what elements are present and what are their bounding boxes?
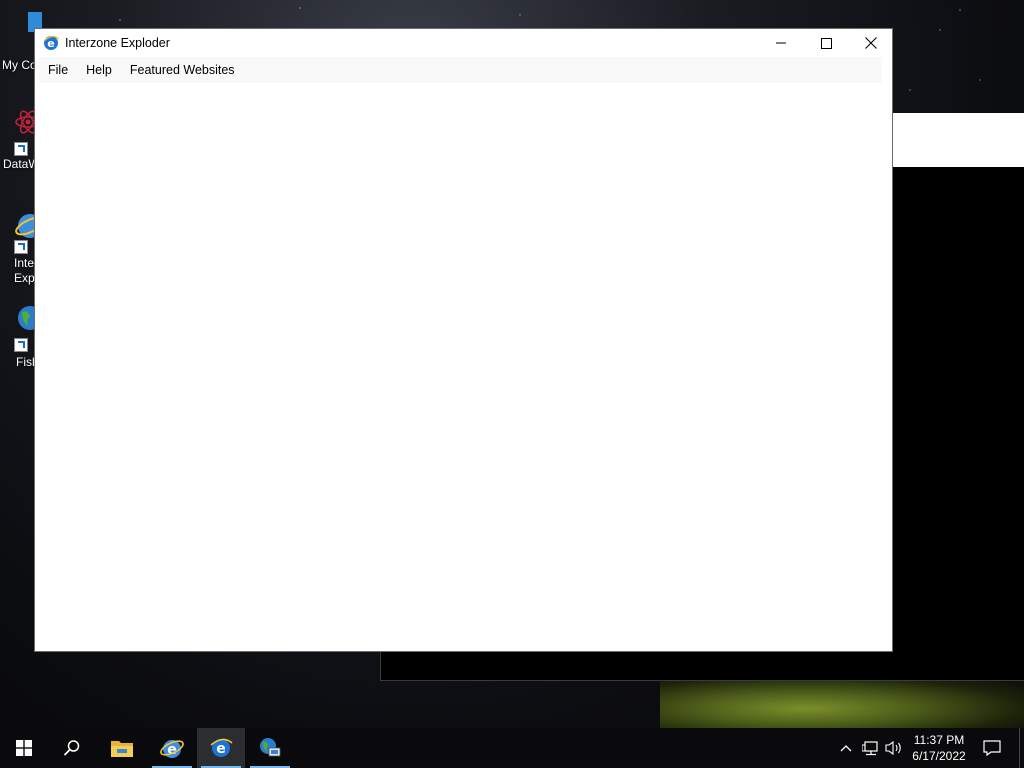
- maximize-icon: [820, 37, 832, 49]
- taskbar-network-app[interactable]: [246, 728, 294, 768]
- interzone-exploder-window[interactable]: e Interzone Exploder File Help Featured …: [34, 28, 893, 652]
- search-icon: [63, 740, 80, 756]
- taskbar: e e 11:37 PM 6/17/2022: [0, 728, 1024, 768]
- window-title: Interzone Exploder: [65, 36, 170, 50]
- close-icon: [865, 37, 877, 49]
- shortcut-arrow-icon: [14, 240, 28, 254]
- action-center-icon: [983, 740, 1001, 756]
- content-area[interactable]: [35, 83, 892, 651]
- minimize-icon: [776, 42, 786, 44]
- maximize-button[interactable]: [803, 29, 849, 57]
- svg-text:e: e: [47, 37, 54, 50]
- background-window-header: [893, 113, 1024, 167]
- shortcut-arrow-icon: [14, 142, 28, 156]
- taskbar-edge[interactable]: e: [148, 728, 196, 768]
- desktop-icon-label: My Co: [2, 58, 37, 72]
- desktop-icon-label: Inte Exp: [14, 256, 35, 285]
- start-icon: [16, 740, 32, 756]
- action-center-button[interactable]: [980, 738, 1004, 758]
- interzone-exploder-icon: e: [210, 738, 233, 757]
- search-button[interactable]: [48, 728, 96, 768]
- network-icon: [862, 741, 878, 756]
- start-button[interactable]: [0, 728, 48, 768]
- menu-bar: File Help Featured Websites: [39, 57, 882, 83]
- svg-text:e: e: [216, 741, 226, 757]
- wallpaper-glow: [660, 676, 1024, 730]
- title-bar[interactable]: e Interzone Exploder: [35, 29, 892, 57]
- network-app-icon: [260, 738, 281, 757]
- close-button[interactable]: [848, 29, 894, 57]
- shortcut-arrow-icon: [14, 338, 28, 352]
- volume-tray-button[interactable]: [884, 738, 904, 758]
- taskbar-file-explorer[interactable]: [98, 728, 146, 768]
- menu-file[interactable]: File: [39, 57, 77, 83]
- show-desktop-button[interactable]: [1019, 728, 1024, 768]
- clock-date: 6/17/2022: [912, 749, 966, 763]
- menu-help[interactable]: Help: [77, 57, 121, 83]
- clock-time: 11:37 PM: [913, 733, 965, 747]
- network-tray-button[interactable]: [861, 738, 881, 758]
- taskbar-clock[interactable]: 11:37 PM 6/17/2022: [904, 732, 974, 764]
- menu-featured-websites[interactable]: Featured Websites: [121, 57, 244, 83]
- chevron-up-icon: [840, 745, 852, 752]
- file-explorer-icon: [111, 741, 133, 757]
- minimize-button[interactable]: [758, 29, 804, 57]
- taskbar-interzone-exploder[interactable]: e: [197, 728, 245, 768]
- show-hidden-icons-button[interactable]: [836, 738, 856, 758]
- interzone-exploder-icon: e: [43, 35, 59, 50]
- edge-icon: e: [160, 740, 184, 758]
- volume-icon: [885, 740, 901, 756]
